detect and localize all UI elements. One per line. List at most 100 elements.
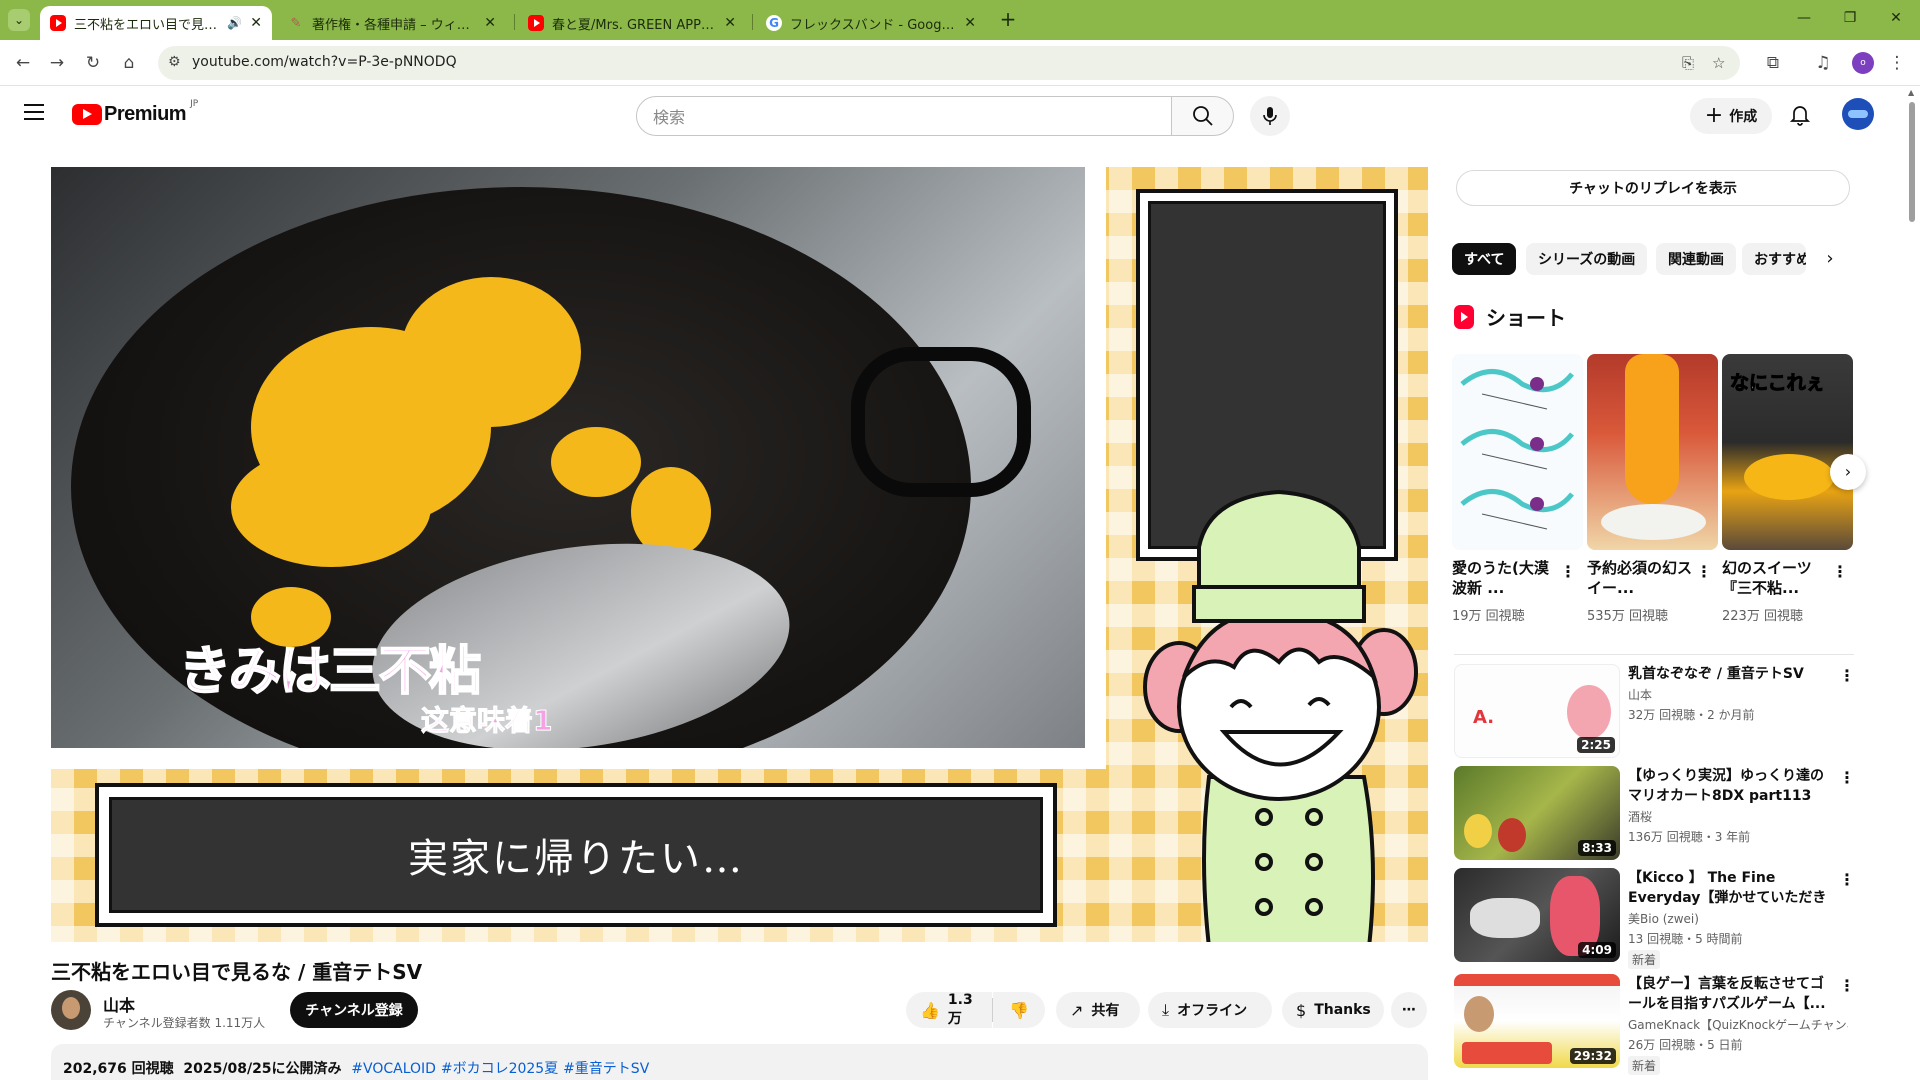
speaker-icon[interactable]: 🔊	[227, 16, 242, 30]
tab-mrs-green-apple[interactable]: 春と夏/Mrs. GREEN APPLE【大阪 ✕	[518, 6, 746, 40]
hashtag-link[interactable]: #VOCALOID	[351, 1061, 436, 1077]
more-vertical-icon[interactable]: ⋮	[1696, 562, 1712, 581]
short-thumbnail[interactable]	[1452, 354, 1583, 550]
install-app-icon[interactable]: ⎘	[1682, 54, 1694, 72]
close-window-icon[interactable]: ✕	[1886, 10, 1906, 26]
tab-separator	[752, 14, 753, 30]
chip-recommended[interactable]: おすすめ	[1742, 243, 1806, 275]
bookmark-star-icon[interactable]: ☆	[1712, 54, 1725, 72]
more-vertical-icon[interactable]: ⋮	[1839, 976, 1855, 995]
thumbs-up-icon: 👍	[920, 1000, 940, 1020]
hashtag-link[interactable]: #ボカコレ2025夏	[441, 1061, 558, 1077]
media-control-icon[interactable]: ♫	[1812, 52, 1834, 74]
shorts-icon	[1454, 304, 1474, 329]
more-vertical-icon[interactable]: ⋮	[1839, 768, 1855, 787]
tab-active-youtube[interactable]: 三不粘をエロい目で見るな / 重 🔊 ✕	[40, 6, 272, 40]
video-thumbnail[interactable]: A. 2:25	[1454, 664, 1620, 758]
list-item[interactable]: 4:09 【Kicco 】 The Fine Everyday【弾かせていただき…	[1454, 868, 1855, 969]
shorts-next-button[interactable]: ›	[1830, 454, 1866, 490]
forward-icon[interactable]: →	[46, 52, 68, 74]
short-thumbnail[interactable]: なにこれぇ	[1722, 354, 1853, 550]
restore-icon[interactable]: ❐	[1840, 10, 1860, 26]
wok-handle-image	[851, 347, 1031, 497]
notifications-bell-icon[interactable]	[1788, 102, 1812, 126]
recommendation-title[interactable]: 【Kicco 】 The Fine Everyday【弾かせていただきました】	[1628, 868, 1832, 908]
hashtag-link[interactable]: #重音テトSV	[563, 1061, 649, 1077]
more-vertical-icon[interactable]: ⋮	[1839, 666, 1855, 685]
short-thumbnail[interactable]	[1587, 354, 1718, 550]
google-icon: G	[766, 15, 782, 31]
download-icon: ⤓	[1162, 1000, 1170, 1019]
show-chat-replay-button[interactable]: チャットのリプレイを表示	[1456, 170, 1850, 206]
dislike-button[interactable]: 👎	[993, 992, 1045, 1028]
share-button[interactable]: ↗ 共有	[1056, 992, 1140, 1028]
extensions-icon[interactable]: ⧉	[1762, 52, 1784, 74]
recommendation-title[interactable]: 【ゆっくり実況】ゆっくり達のマリオカート8DX part113	[1628, 766, 1832, 806]
thanks-button[interactable]: $ Thanks	[1282, 992, 1384, 1028]
more-vertical-icon[interactable]: ⋮	[1839, 870, 1855, 889]
channel-name[interactable]: 山本	[103, 992, 135, 1016]
tab-close-icon[interactable]: ✕	[484, 15, 496, 31]
tab-close-icon[interactable]: ✕	[724, 15, 736, 31]
guide-menu-icon[interactable]	[24, 104, 44, 120]
tab-winds-score[interactable]: ✎ 著作権・各種申請 – ウィンズスコア ✕	[278, 6, 506, 40]
list-item[interactable]: A. 2:25 乳首なぞなぞ / 重音テトSV 山本 32万 回視聴・2 か月前…	[1454, 664, 1855, 760]
scroll-up-icon[interactable]: ▲	[1908, 88, 1914, 97]
divider	[1454, 654, 1854, 655]
browser-menu-icon[interactable]: ⋮	[1886, 52, 1908, 74]
recommendation-channel[interactable]: 山本	[1628, 686, 1848, 703]
view-count: 202,676 回視聴	[63, 1061, 174, 1077]
list-item[interactable]: 29:32 【良ゲー】言葉を反転させてゴールを目指すパズルゲーム【... Gam…	[1454, 974, 1855, 1075]
subscribe-button[interactable]: チャンネル登録	[290, 992, 418, 1028]
short-title[interactable]: 愛のうた(大漠波新 ...	[1452, 558, 1557, 598]
more-vertical-icon[interactable]: ⋮	[1560, 562, 1576, 581]
site-info-icon[interactable]: ⚙	[168, 54, 181, 70]
search-input[interactable]: 検索	[636, 96, 1172, 136]
back-icon[interactable]: ←	[12, 52, 34, 74]
address-bar[interactable]: ⚙ youtube.com/watch?v=P-3e-pNNODQ ⎘ ☆	[158, 46, 1740, 80]
photo-frame: きみは三不粘 这意味着1	[51, 167, 1106, 769]
more-actions-button[interactable]: ⋯	[1391, 992, 1427, 1028]
short-title[interactable]: 予約必須の幻スイー...	[1587, 558, 1692, 598]
egg-pan-image	[1744, 454, 1834, 500]
recommendation-title[interactable]: 乳首なぞなぞ / 重音テトSV	[1628, 664, 1832, 684]
chevron-right-icon[interactable]: ›	[1818, 246, 1842, 272]
recommendation-channel[interactable]: GameKnack【QuizKnockゲームチャンネル】	[1628, 1016, 1848, 1033]
more-vertical-icon[interactable]: ⋮	[1832, 562, 1848, 581]
short-title[interactable]: 幻のスイーツ『三不粘...	[1722, 558, 1827, 598]
tab-google-search[interactable]: G フレックスバンド - Google 検索 ✕	[756, 6, 986, 40]
search-button[interactable]	[1172, 96, 1234, 136]
youtube-premium-logo[interactable]: Premium JP	[72, 99, 198, 126]
like-button[interactable]: 👍 1.3万	[906, 992, 992, 1028]
chip-series[interactable]: シリーズの動画	[1526, 243, 1648, 275]
voice-search-button[interactable]	[1250, 96, 1290, 136]
recommendation-channel[interactable]: 酒桜	[1628, 808, 1848, 825]
recommendation-channel[interactable]: 美Bio (zwei)	[1628, 910, 1848, 927]
page-scrollbar[interactable]: ▲	[1906, 88, 1918, 1080]
reload-icon[interactable]: ↻	[82, 52, 104, 74]
video-player[interactable]: きみは三不粘 这意味着1 実家に帰りたい…	[51, 167, 1428, 942]
browser-profile-avatar[interactable]: o	[1852, 52, 1874, 74]
scrollbar-thumb[interactable]	[1909, 102, 1915, 222]
tab-close-icon[interactable]: ✕	[964, 15, 976, 31]
recommendation-title[interactable]: 【良ゲー】言葉を反転させてゴールを目指すパズルゲーム【...	[1628, 974, 1832, 1014]
home-icon[interactable]: ⌂	[118, 52, 140, 74]
video-thumbnail[interactable]: 8:33	[1454, 766, 1620, 860]
chip-related[interactable]: 関連動画	[1656, 243, 1736, 275]
account-avatar[interactable]	[1842, 98, 1874, 130]
create-button[interactable]: + 作成	[1690, 98, 1772, 134]
minimize-icon[interactable]: —	[1794, 10, 1814, 26]
syrup-image	[1625, 354, 1679, 504]
video-thumbnail[interactable]: 4:09	[1454, 868, 1620, 962]
video-thumbnail[interactable]: 29:32	[1454, 974, 1620, 1068]
tab-search-chevron-icon[interactable]: ⌄	[8, 9, 30, 31]
new-tab-button[interactable]: +	[996, 8, 1020, 32]
chip-all[interactable]: すべて	[1452, 243, 1517, 275]
list-item[interactable]: 8:33 【ゆっくり実況】ゆっくり達のマリオカート8DX part113 酒桜 …	[1454, 766, 1855, 862]
recommendation-meta: 32万 回視聴・2 か月前	[1628, 708, 1755, 722]
video-subtitle: 実家に帰りたい…	[408, 836, 744, 882]
shorts-heading: ショート	[1454, 302, 1566, 331]
offline-download-button[interactable]: ⤓ オフライン	[1148, 992, 1272, 1028]
tab-close-icon[interactable]: ✕	[250, 15, 262, 31]
channel-avatar[interactable]	[51, 990, 91, 1030]
